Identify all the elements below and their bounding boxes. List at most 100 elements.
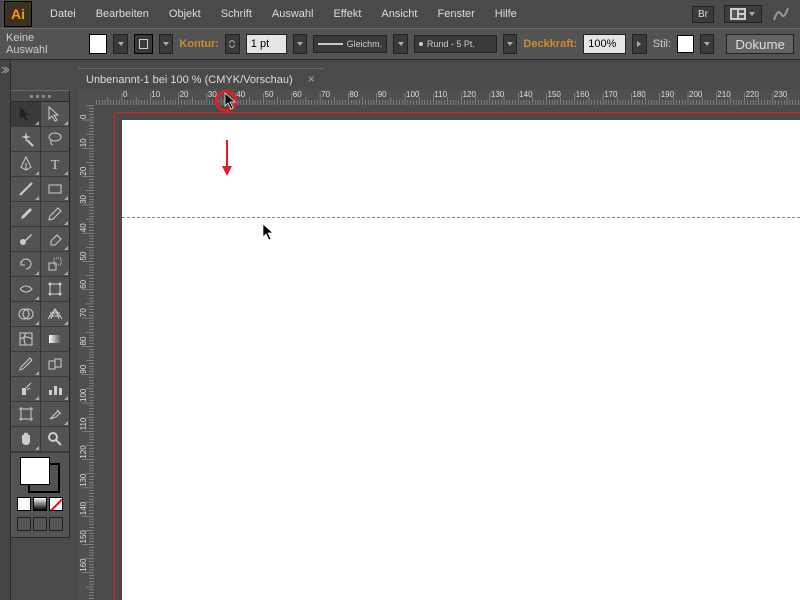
menu-type[interactable]: Schrift — [211, 0, 262, 28]
svg-text:140: 140 — [79, 501, 88, 515]
symbol-sprayer-tool[interactable] — [11, 377, 41, 402]
arrange-documents-button[interactable] — [724, 5, 762, 23]
menu-window[interactable]: Fenster — [427, 0, 484, 28]
svg-text:160: 160 — [576, 90, 590, 99]
ruler-vertical[interactable]: 0102030405060708090100110120130140150160 — [78, 105, 95, 600]
ruler-horizontal[interactable]: 0102030405060708090100110120130140150160… — [94, 89, 800, 106]
style-dropdown[interactable] — [700, 34, 715, 54]
menu-file[interactable]: Datei — [40, 0, 86, 28]
stroke-weight-dropdown[interactable] — [293, 34, 308, 54]
svg-text:120: 120 — [463, 90, 477, 99]
stroke-swatch[interactable] — [134, 34, 152, 54]
brush-dropdown[interactable] — [503, 34, 518, 54]
blob-brush-tool[interactable] — [11, 227, 41, 252]
style-swatch[interactable] — [677, 35, 694, 53]
svg-text:230: 230 — [774, 90, 788, 99]
fill-dropdown[interactable] — [113, 34, 128, 54]
fill-swatch[interactable] — [89, 34, 107, 54]
fill-box[interactable] — [20, 457, 50, 485]
svg-text:110: 110 — [79, 417, 88, 430]
draw-behind-mode[interactable] — [33, 517, 47, 531]
close-icon[interactable]: × — [308, 72, 315, 86]
svg-text:0: 0 — [123, 90, 128, 99]
stroke-weight-stepper[interactable] — [225, 34, 240, 54]
app-logo: Ai — [4, 1, 32, 27]
paintbrush-tool[interactable] — [11, 202, 41, 227]
hand-tool[interactable] — [11, 427, 41, 452]
chevron-down-icon — [162, 40, 170, 48]
svg-text:130: 130 — [491, 90, 505, 99]
scale-tool[interactable] — [40, 252, 69, 277]
svg-text:90: 90 — [378, 90, 387, 99]
bridge-button[interactable]: Br — [692, 6, 714, 23]
draw-normal-mode[interactable] — [17, 517, 31, 531]
rectangle-tool[interactable] — [40, 177, 69, 202]
mesh-tool[interactable] — [11, 327, 41, 352]
pen-tool[interactable] — [11, 152, 41, 177]
brush-label: Rund - 5 Pt. — [427, 39, 475, 49]
rotate-tool[interactable] — [11, 252, 41, 277]
toolbox-grip[interactable] — [11, 91, 69, 102]
stroke-profile[interactable]: Gleichm. — [313, 35, 387, 53]
eyedropper-tool[interactable] — [11, 352, 41, 377]
eraser-tool[interactable] — [40, 227, 69, 252]
stroke-profile-dropdown[interactable] — [393, 34, 408, 54]
svg-text:80: 80 — [349, 90, 358, 99]
document-tab[interactable]: Unbenannt-1 bei 100 % (CMYK/Vorschau) × — [78, 68, 323, 89]
menu-select[interactable]: Auswahl — [262, 0, 324, 28]
stroke-label[interactable]: Kontur: — [179, 38, 219, 50]
stroke-dropdown[interactable] — [159, 34, 174, 54]
column-graph-tool[interactable] — [40, 377, 69, 402]
pencil-tool[interactable] — [40, 202, 69, 227]
svg-text:40: 40 — [79, 223, 88, 232]
artboard[interactable] — [122, 120, 800, 600]
brush-definition[interactable]: Rund - 5 Pt. — [414, 35, 497, 53]
svg-text:220: 220 — [746, 90, 760, 99]
shape-builder-tool[interactable] — [11, 302, 41, 327]
svg-text:170: 170 — [604, 90, 618, 99]
menu-edit[interactable]: Bearbeiten — [86, 0, 159, 28]
draw-inside-mode[interactable] — [49, 517, 63, 531]
line-tool[interactable] — [11, 177, 41, 202]
svg-text:150: 150 — [79, 530, 88, 544]
direct-selection-tool[interactable] — [40, 102, 69, 127]
menu-object[interactable]: Objekt — [159, 0, 211, 28]
gpu-icon[interactable] — [772, 6, 790, 22]
slice-tool[interactable] — [40, 402, 69, 427]
fill-stroke-indicator[interactable] — [11, 452, 69, 537]
width-tool[interactable] — [11, 277, 41, 302]
none-mode[interactable] — [49, 497, 63, 511]
svg-text:100: 100 — [406, 90, 420, 99]
stroke-weight-field[interactable]: 1 pt — [246, 34, 287, 54]
lasso-tool[interactable] — [40, 127, 69, 152]
svg-text:80: 80 — [79, 336, 88, 345]
svg-text:60: 60 — [293, 90, 302, 99]
svg-text:T: T — [50, 158, 59, 173]
magic-wand-tool[interactable] — [11, 127, 41, 152]
zoom-tool[interactable] — [40, 427, 69, 452]
gradient-mode[interactable] — [33, 497, 47, 511]
menu-help[interactable]: Hilfe — [485, 0, 527, 28]
ruler-origin[interactable] — [78, 89, 95, 106]
selection-tool[interactable] — [11, 102, 41, 127]
opacity-dropdown[interactable] — [632, 34, 647, 54]
gradient-tool[interactable] — [40, 327, 69, 352]
blend-tool[interactable] — [40, 352, 69, 377]
menu-effect[interactable]: Effekt — [323, 0, 371, 28]
toolbox: T — [10, 90, 70, 538]
canvas-area[interactable] — [94, 105, 800, 600]
opacity-field[interactable]: 100% — [583, 34, 626, 54]
type-tool[interactable]: T — [40, 152, 69, 177]
color-mode[interactable] — [17, 497, 31, 511]
menu-view[interactable]: Ansicht — [371, 0, 427, 28]
control-bar: Keine Auswahl Kontur: 1 pt Gleichm. Rund… — [0, 28, 800, 60]
chevron-right-icon — [635, 40, 643, 48]
document-setup-button[interactable]: Dokume — [726, 34, 794, 54]
svg-text:130: 130 — [79, 473, 88, 487]
free-transform-tool[interactable] — [40, 277, 69, 302]
svg-text:90: 90 — [79, 364, 88, 373]
artboard-tool[interactable] — [11, 402, 41, 427]
perspective-grid-tool[interactable] — [40, 302, 69, 327]
opacity-label[interactable]: Deckkraft: — [523, 38, 577, 50]
horizontal-guide[interactable] — [122, 217, 800, 218]
